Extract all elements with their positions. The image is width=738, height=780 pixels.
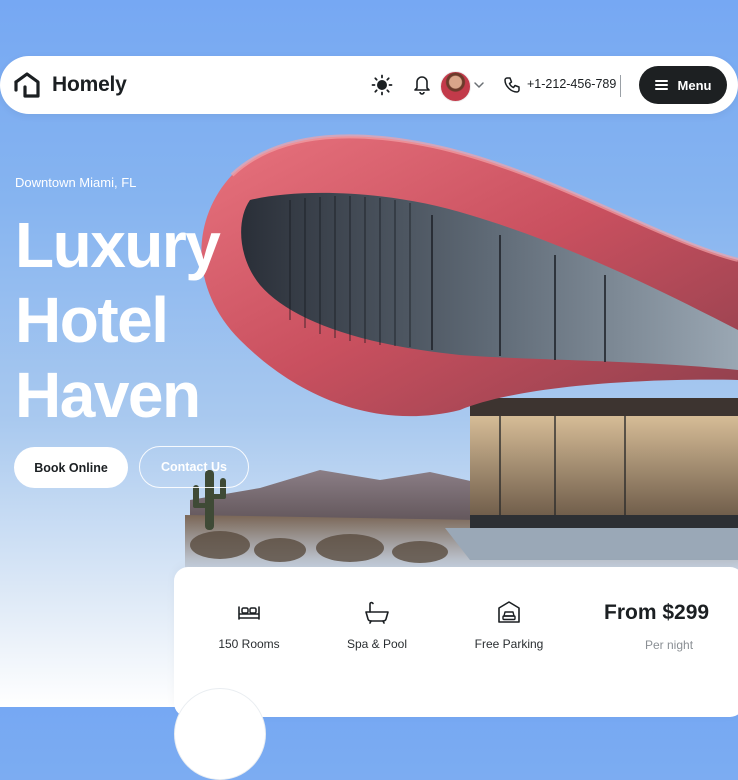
phone-icon <box>504 77 520 93</box>
feature-spa: Spa & Pool <box>317 599 437 651</box>
hero-title: Luxury Hotel Haven <box>15 208 221 433</box>
bathtub-icon <box>365 601 389 624</box>
feature-label: 150 Rooms <box>218 637 280 651</box>
user-avatar[interactable] <box>440 71 471 102</box>
price-unit: Per night <box>645 638 694 652</box>
sun-icon[interactable] <box>371 74 393 96</box>
hero-location: Downtown Miami, FL <box>15 175 137 190</box>
bed-icon <box>238 606 260 620</box>
hero-title-line-2: Hotel <box>15 284 169 356</box>
home-logo-icon <box>14 72 40 98</box>
menu-label: Menu <box>677 77 712 93</box>
menu-button[interactable]: Menu <box>639 66 727 104</box>
features-card: 150 Rooms Spa & Pool Free Parking From $… <box>174 567 738 717</box>
phone-number[interactable]: +1-212-456-789 <box>527 77 616 91</box>
chevron-down-icon[interactable] <box>473 80 485 90</box>
navbar-divider <box>620 75 621 97</box>
hero-title-line-3: Haven <box>15 359 201 431</box>
decorative-circle <box>174 688 266 780</box>
hamburger-icon <box>654 80 668 90</box>
contact-us-button[interactable]: Contact Us <box>139 446 249 488</box>
feature-rooms: 150 Rooms <box>189 599 309 651</box>
feature-label: Spa & Pool <box>346 637 408 651</box>
top-navbar: Homely +1-212-456-789 Menu <box>0 56 738 114</box>
brand-logo[interactable]: Homely <box>12 70 127 100</box>
bell-icon[interactable] <box>412 73 432 95</box>
feature-label: Free Parking <box>474 637 544 651</box>
hero-title-line-1: Luxury <box>15 209 221 281</box>
price-from: From $299 <box>604 601 710 624</box>
book-online-button[interactable]: Book Online <box>14 447 128 488</box>
car-garage-icon <box>498 601 520 623</box>
brand-name: Homely <box>52 73 127 96</box>
feature-parking: Free Parking <box>449 599 569 651</box>
